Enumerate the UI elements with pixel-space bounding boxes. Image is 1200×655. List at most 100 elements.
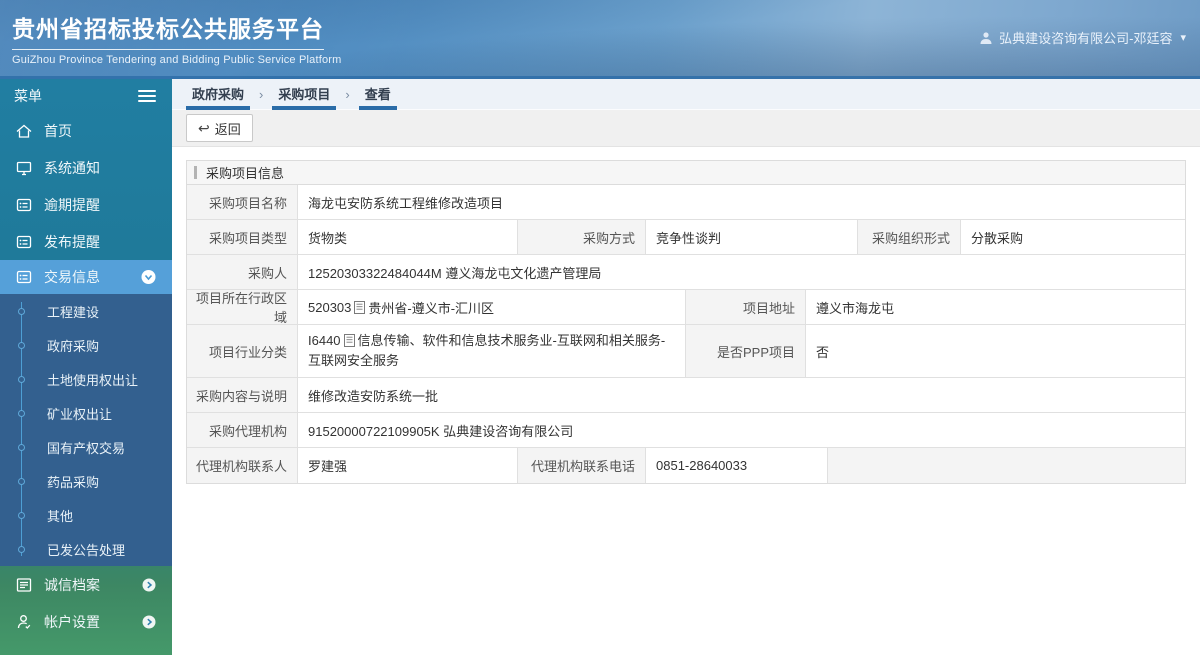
sidebar-item-transaction-info[interactable]: 交易信息 <box>0 260 172 294</box>
submenu-label: 土地使用权出让 <box>47 372 139 388</box>
table-row-industry: 项目行业分类 I6440 信息传输、软件和信息技术服务业-互联网和相关服务-互联网… <box>187 325 1185 378</box>
card-list-icon <box>14 232 34 252</box>
region-text: 贵州省-遵义市-汇川区 <box>368 300 495 316</box>
submenu-item-mining-rights[interactable]: 矿业权出让 <box>0 396 172 430</box>
back-button[interactable]: ↩ 返回 <box>186 114 253 142</box>
field-label: 项目行业分类 <box>187 325 298 377</box>
sidebar-item-label: 首页 <box>44 122 72 139</box>
field-label: 采购人 <box>187 255 298 289</box>
table-row-contact: 代理机构联系人 罗建强 代理机构联系电话 0851-28640033 <box>187 448 1185 483</box>
field-value: 遵义市海龙屯 <box>806 290 1185 324</box>
field-value: 海龙屯安防系统工程维修改造项目 <box>298 185 1185 219</box>
field-label: 采购代理机构 <box>187 413 298 447</box>
transaction-submenu: 工程建设 政府采购 土地使用权出让 矿业权出让 国有产权交易 药品采购 其他 已… <box>0 294 172 566</box>
sidebar-item-account-settings[interactable]: 帐户设置 <box>0 603 172 640</box>
menu-label: 菜单 <box>14 87 42 104</box>
field-value: 520303 贵州省-遵义市-汇川区 <box>298 290 686 324</box>
sidebar-item-home[interactable]: 首页 <box>0 112 172 149</box>
chevron-down-icon: ▾ <box>1180 32 1186 44</box>
submenu-item-engineering[interactable]: 工程建设 <box>0 294 172 328</box>
table-row-project-name: 采购项目名称 海龙屯安防系统工程维修改造项目 <box>187 185 1185 220</box>
field-label: 采购方式 <box>518 220 646 254</box>
field-value: 罗建强 <box>298 448 518 483</box>
user-account-menu[interactable]: 弘典建设咨询有限公司-邓廷容 ▾ <box>979 28 1186 47</box>
submenu-label: 其他 <box>47 508 74 524</box>
table-row-agency: 采购代理机构 91520000722109905K 弘典建设咨询有限公司 <box>187 413 1185 448</box>
industry-text: 信息传输、软件和信息技术服务业-互联网和相关服务-互联网安全服务 <box>308 333 666 368</box>
field-label: 采购项目类型 <box>187 220 298 254</box>
sidebar-item-integrity-archive[interactable]: 诚信档案 <box>0 566 172 603</box>
submenu-label: 国有产权交易 <box>47 440 126 456</box>
submenu-item-published-announcements[interactable]: 已发公告处理 <box>0 532 172 566</box>
sidebar-item-label: 系统通知 <box>44 159 100 176</box>
submenu-item-drug-procurement[interactable]: 药品采购 <box>0 464 172 498</box>
breadcrumb-view[interactable]: 查看 <box>358 79 397 110</box>
user-icon <box>979 31 993 45</box>
submenu-item-land-use[interactable]: 土地使用权出让 <box>0 362 172 396</box>
sidebar-item-label: 帐户设置 <box>44 613 100 630</box>
sidebar-item-publish-reminder[interactable]: 发布提醒 <box>0 223 172 260</box>
empty-filler-cell <box>828 448 1185 483</box>
breadcrumb-separator: › <box>345 86 350 102</box>
chevron-right-circle-icon <box>142 615 156 629</box>
field-label: 是否PPP项目 <box>686 325 806 377</box>
submenu-item-state-property[interactable]: 国有产权交易 <box>0 430 172 464</box>
back-arrow-icon: ↩ <box>198 120 210 136</box>
sidebar-item-overdue-reminder[interactable]: 逾期提醒 <box>0 186 172 223</box>
sidebar-item-label: 诚信档案 <box>44 576 100 593</box>
industry-code: I6440 <box>308 333 341 348</box>
toolbar: ↩ 返回 <box>172 110 1200 147</box>
user-name: 弘典建设咨询有限公司-邓廷容 <box>999 31 1173 46</box>
field-label: 采购项目名称 <box>187 185 298 219</box>
field-value: I6440 信息传输、软件和信息技术服务业-互联网和相关服务-互联网安全服务 <box>298 325 686 377</box>
top-banner: 贵州省招标投标公共服务平台 GuiZhou Province Tendering… <box>0 0 1200 79</box>
platform-subtitle: GuiZhou Province Tendering and Bidding P… <box>12 54 342 66</box>
submenu-label: 已发公告处理 <box>47 542 126 558</box>
submenu-label: 药品采购 <box>47 474 100 490</box>
table-row-purchaser: 采购人 12520303322484044M 遵义海龙屯文化遗产管理局 <box>187 255 1185 290</box>
sidebar-item-label: 交易信息 <box>44 269 100 285</box>
submenu-item-other[interactable]: 其他 <box>0 498 172 532</box>
chevron-down-circle-icon <box>141 270 156 285</box>
field-value: 否 <box>806 325 1185 377</box>
region-code: 520303 <box>308 299 352 315</box>
accent-bar <box>194 166 197 179</box>
field-label: 代理机构联系人 <box>187 448 298 483</box>
back-button-label: 返回 <box>214 121 241 137</box>
panel-title: 采购项目信息 <box>206 166 285 181</box>
card-list-icon <box>14 267 34 287</box>
sidebar-item-label: 发布提醒 <box>44 233 100 250</box>
breadcrumb-gov-procurement[interactable]: 政府采购 <box>186 79 251 110</box>
person-check-icon <box>14 612 34 632</box>
submenu-label: 矿业权出让 <box>47 406 113 422</box>
table-row-region: 项目所在行政区域 520303 贵州省-遵义市-汇川区 项目地址 遵义市海龙屯 <box>187 290 1185 325</box>
submenu-item-gov-procurement[interactable]: 政府采购 <box>0 328 172 362</box>
field-value: 货物类 <box>298 220 518 254</box>
field-label: 代理机构联系电话 <box>518 448 646 483</box>
field-value: 分散采购 <box>961 220 1185 254</box>
breadcrumb-separator: › <box>259 86 264 102</box>
platform-branding: 贵州省招标投标公共服务平台 GuiZhou Province Tendering… <box>12 10 342 66</box>
breadcrumb-procurement-project[interactable]: 采购项目 <box>272 79 337 110</box>
table-row-project-type: 采购项目类型 货物类 采购方式 竞争性谈判 采购组织形式 分散采购 <box>187 220 1185 255</box>
field-label: 采购组织形式 <box>858 220 961 254</box>
card-list-icon <box>14 195 34 215</box>
platform-title: 贵州省招标投标公共服务平台 <box>12 10 324 50</box>
hamburger-icon[interactable] <box>138 89 156 102</box>
submenu-label: 工程建设 <box>47 304 100 320</box>
sidebar-header: 菜单 <box>0 79 172 112</box>
field-label: 采购内容与说明 <box>187 378 298 412</box>
panel-header: 采购项目信息 <box>187 161 1185 185</box>
field-value: 竞争性谈判 <box>646 220 858 254</box>
sidebar-item-system-notice[interactable]: 系统通知 <box>0 149 172 186</box>
sidebar-item-label: 逾期提醒 <box>44 196 100 213</box>
field-label: 项目地址 <box>686 290 806 324</box>
monitor-icon <box>14 158 34 178</box>
field-value: 91520000722109905K 弘典建设咨询有限公司 <box>298 413 1185 447</box>
table-row-content: 采购内容与说明 维修改造安防系统一批 <box>187 378 1185 413</box>
breadcrumb: 政府采购 › 采购项目 › 查看 <box>172 79 1200 110</box>
sidebar-nav: 菜单 首页 系统通知 逾期提醒 发布提醒 交易信息 工程建设 政府采购 土地使用… <box>0 79 172 655</box>
home-icon <box>14 121 34 141</box>
main-content: 政府采购 › 采购项目 › 查看 ↩ 返回 采购项目信息 采购项目名称 海龙屯安… <box>172 79 1200 655</box>
archive-icon <box>14 575 34 595</box>
